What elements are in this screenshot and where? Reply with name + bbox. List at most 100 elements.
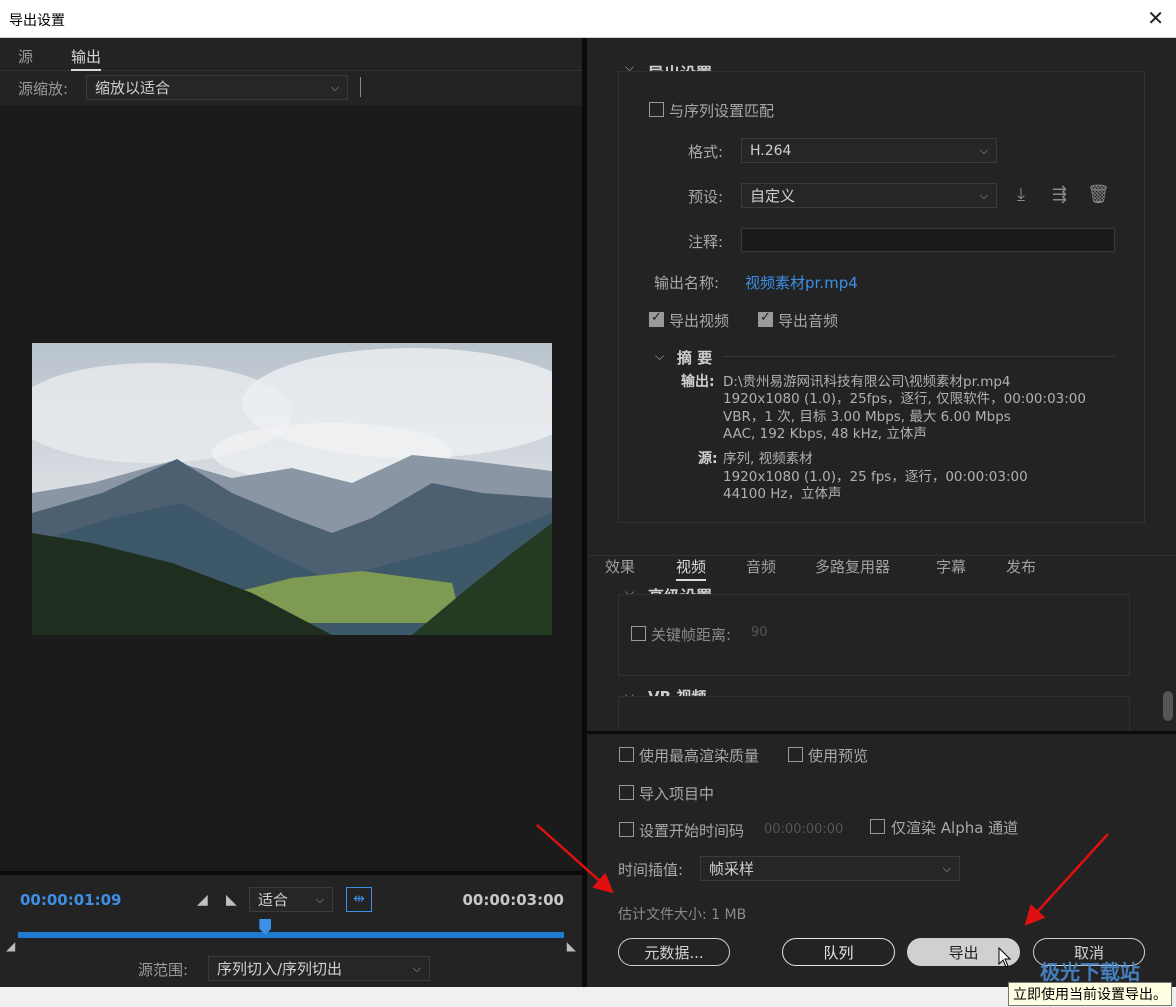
import-into-project-label: 导入项目中 — [639, 785, 715, 803]
time-interpolation-value: 帧采样 — [709, 860, 755, 878]
chevron-down-icon: ⌵ — [412, 961, 421, 975]
timeline-track[interactable] — [18, 932, 564, 938]
estimated-file-size: 估计文件大小: 1 MB — [618, 907, 747, 923]
source-range-label: 源范围: — [138, 961, 189, 979]
set-start-timecode-label: 设置开始时间码 — [639, 822, 745, 840]
right-panel: ⌵ 导出设置 与序列设置匹配 格式: H.264 ⌵ 预设: 自定义 ⌵ ⤓ ⇶… — [587, 38, 1176, 987]
aspect-correction-icon[interactable]: ⇹ — [346, 887, 372, 912]
window-title: 导出设置 — [9, 13, 65, 29]
match-sequence-checkbox[interactable] — [649, 102, 664, 117]
use-previews-label: 使用预览 — [808, 747, 869, 765]
render-alpha-checkbox[interactable] — [870, 819, 885, 834]
import-preset-icon[interactable]: ⇶ — [1052, 184, 1067, 205]
output-line-3: VBR，1 次, 目标 3.00 Mbps, 最大 6.00 Mbps — [723, 409, 1011, 425]
import-into-project-checkbox[interactable] — [619, 785, 634, 800]
comment-label: 注释: — [688, 233, 724, 251]
status-bar — [0, 987, 1176, 1007]
settings-scrollbar[interactable] — [1163, 691, 1173, 721]
export-tooltip: 立即使用当前设置导出。 — [1008, 982, 1172, 1006]
time-interpolation-label: 时间插值: — [618, 861, 684, 879]
output-name-label: 输出名称: — [654, 274, 720, 292]
source-line-1: 序列, 视频素材 — [723, 451, 813, 467]
save-preset-icon[interactable]: ⤓ — [1017, 184, 1025, 205]
bottom-panel: 使用最高渲染质量 使用预览 导入项目中 设置开始时间码 00:00:00:00 … — [587, 731, 1176, 987]
preset-label: 预设: — [688, 188, 724, 206]
chevron-down-icon: ⌵ — [942, 861, 951, 875]
comment-input[interactable] — [741, 228, 1115, 252]
close-icon[interactable]: ✕ — [1147, 6, 1164, 30]
use-previews-checkbox[interactable] — [788, 747, 803, 762]
tab-effects[interactable]: 效果 — [605, 556, 635, 577]
max-render-quality-checkbox[interactable] — [619, 747, 634, 762]
vr-video-box — [618, 696, 1130, 732]
source-line-2: 1920x1080 (1.0)，25 fps，逐行，00:00:03:00 — [723, 469, 1028, 485]
chevron-down-icon: ⌵ — [979, 143, 988, 157]
tab-captions[interactable]: 字幕 — [936, 556, 966, 577]
tab-source[interactable]: 源 — [18, 46, 33, 67]
fit-value: 适合 — [258, 891, 289, 909]
export-audio-checkbox[interactable] — [758, 310, 773, 327]
queue-button[interactable]: 队列 — [782, 938, 895, 966]
separator — [360, 77, 361, 97]
output-name-link[interactable]: 视频素材pr.mp4 — [745, 272, 858, 293]
trash-icon[interactable]: 🗑 — [1087, 184, 1110, 205]
left-panel: 源 输出 源缩放: 缩放以适合 ⌵ 00:00:01:09 ◢ ◣ 适合 ⌵ ⇹… — [0, 38, 582, 987]
source-scale-label: 源缩放: — [18, 80, 69, 98]
left-tabs: 源 输出 — [0, 38, 582, 71]
chevron-down-icon: ⌵ — [315, 892, 324, 906]
format-dropdown[interactable]: H.264 ⌵ — [741, 138, 997, 163]
keyframe-distance-label: 关键帧距离: — [651, 626, 732, 644]
video-preview — [0, 105, 582, 871]
preview-frame-image — [32, 343, 552, 635]
mark-out-icon[interactable]: ◣ — [226, 892, 237, 908]
source-scale-dropdown[interactable]: 缩放以适合 ⌵ — [86, 75, 348, 100]
summary-divider — [722, 356, 1115, 357]
output-key: 输出: — [681, 374, 715, 390]
in-point-icon[interactable]: ◢ — [6, 939, 15, 953]
tab-publish[interactable]: 发布 — [1006, 556, 1036, 577]
source-range-dropdown[interactable]: 序列切入/序列切出 ⌵ — [208, 956, 430, 981]
start-timecode-value[interactable]: 00:00:00:00 — [764, 822, 843, 837]
summary-chevron-icon[interactable]: ⌵ — [655, 349, 664, 364]
export-video-label: 导出视频 — [669, 312, 730, 330]
format-label: 格式: — [688, 143, 724, 161]
time-interpolation-dropdown[interactable]: 帧采样 ⌵ — [700, 856, 960, 881]
current-timecode[interactable]: 00:00:01:09 — [20, 891, 122, 909]
render-alpha-label: 仅渲染 Alpha 通道 — [891, 819, 1019, 837]
preset-value: 自定义 — [750, 187, 796, 205]
preset-dropdown[interactable]: 自定义 ⌵ — [741, 183, 997, 208]
tab-video[interactable]: 视频 — [676, 556, 707, 581]
keyframe-distance-value[interactable]: 90 — [751, 625, 768, 640]
tab-audio[interactable]: 音频 — [746, 556, 776, 577]
metadata-button[interactable]: 元数据... — [618, 938, 730, 966]
settings-tabs: 效果 视频 音频 多路复用器 字幕 发布 — [587, 555, 1176, 581]
output-line-4: AAC, 192 Kbps, 48 kHz, 立体声 — [723, 426, 927, 442]
output-line-2: 1920x1080 (1.0)，25fps，逐行, 仅限软件，00:00:03:… — [723, 391, 1086, 407]
fit-dropdown[interactable]: 适合 ⌵ — [249, 887, 333, 912]
export-audio-label: 导出音频 — [778, 312, 839, 330]
chevron-down-icon: ⌵ — [330, 80, 339, 94]
output-line-1: D:\贵州易游网讯科技有限公司\视频素材pr.mp4 — [723, 374, 1011, 390]
tab-multiplexer[interactable]: 多路复用器 — [815, 556, 890, 577]
chevron-down-icon: ⌵ — [979, 188, 988, 202]
out-point-icon[interactable]: ◣ — [567, 939, 576, 953]
mouse-cursor-icon — [998, 947, 1012, 968]
tab-output[interactable]: 输出 — [71, 46, 102, 71]
watermark-logo: 极光下载站 — [1040, 960, 1140, 984]
source-scale-row: 源缩放: 缩放以适合 ⌵ — [0, 71, 582, 105]
source-scale-value: 缩放以适合 — [95, 79, 171, 97]
keyframe-distance-checkbox[interactable] — [631, 626, 646, 641]
format-value: H.264 — [750, 142, 792, 159]
match-sequence-label: 与序列设置匹配 — [669, 102, 775, 120]
export-video-checkbox[interactable] — [649, 310, 664, 327]
title-bar: 导出设置 ✕ — [0, 0, 1176, 38]
mark-in-icon[interactable]: ◢ — [197, 892, 208, 908]
source-key: 源: — [698, 451, 718, 467]
source-range-value: 序列切入/序列切出 — [217, 960, 343, 978]
timeline-bar: 00:00:01:09 ◢ ◣ 适合 ⌵ ⇹ 00:00:03:00 ◢ ◣ 源… — [0, 871, 582, 987]
summary-header: 摘 要 — [677, 349, 713, 367]
end-timecode: 00:00:03:00 — [462, 891, 565, 909]
set-start-timecode-checkbox[interactable] — [619, 822, 634, 837]
max-render-quality-label: 使用最高渲染质量 — [639, 747, 760, 765]
source-line-3: 44100 Hz，立体声 — [723, 486, 842, 502]
